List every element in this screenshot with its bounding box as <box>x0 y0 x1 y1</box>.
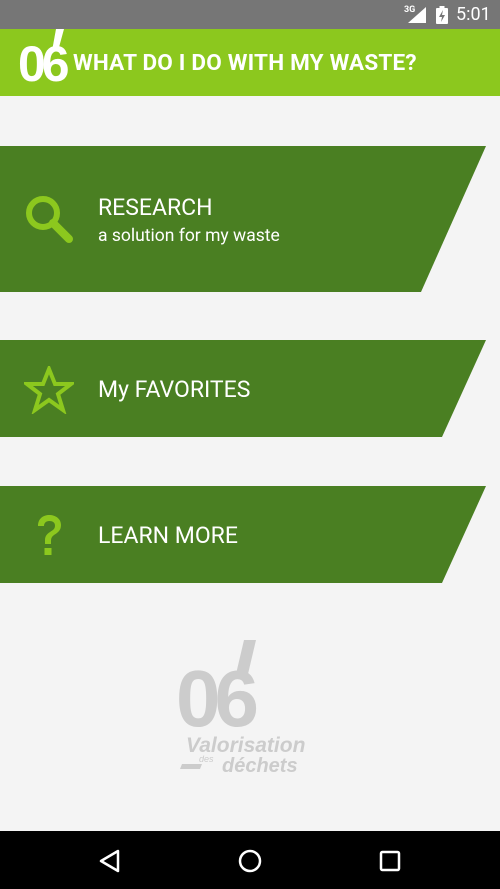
back-icon[interactable] <box>97 848 123 874</box>
valorisation-logo: 06 Valorisation des déchets <box>176 640 305 777</box>
research-label: RESEARCH <box>98 194 213 221</box>
app-title: WHAT DO I DO WITH MY WASTE? <box>73 50 417 76</box>
research-card[interactable]: RESEARCH a solution for my waste <box>0 146 486 292</box>
question-mark-icon <box>38 515 61 555</box>
signal-icon <box>408 7 426 23</box>
status-bar: 3G 5:01 <box>0 0 500 29</box>
learn-more-label: LEARN MORE <box>98 522 238 549</box>
svg-text:déchets: déchets <box>222 755 298 777</box>
battery-icon <box>436 6 448 24</box>
star-icon <box>24 366 74 414</box>
navigation-bar <box>0 831 500 889</box>
search-icon <box>26 196 73 243</box>
research-sublabel: a solution for my waste <box>98 226 280 246</box>
favorites-label: My FAVORITES <box>98 376 251 403</box>
home-icon[interactable] <box>237 848 263 874</box>
svg-text:des: des <box>199 754 214 764</box>
svg-text:06: 06 <box>18 36 68 92</box>
app-bar: 06 WHAT DO I DO WITH MY WASTE? <box>0 29 500 96</box>
app-logo: 06 <box>18 29 72 92</box>
learn-more-card[interactable]: LEARN MORE <box>0 486 486 583</box>
favorites-card[interactable]: My FAVORITES <box>0 340 486 437</box>
clock: 5:01 <box>456 4 491 25</box>
recents-icon[interactable] <box>377 848 403 874</box>
